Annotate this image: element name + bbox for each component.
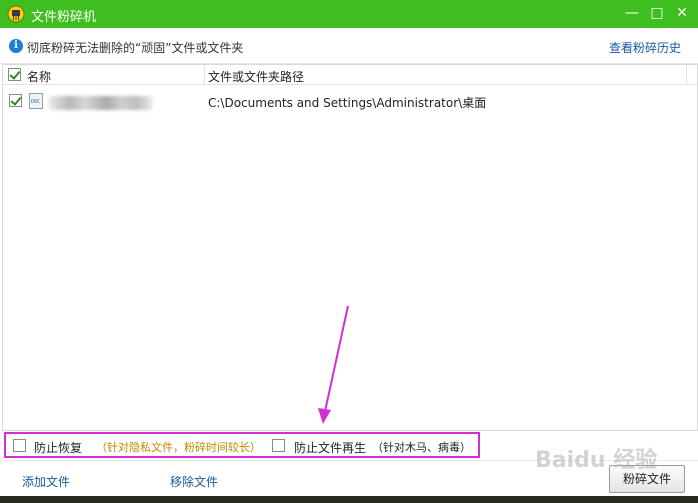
prevent-regeneration-label[interactable]: 防止文件再生 [294, 439, 366, 456]
shred-options-box: 防止恢复 （针对隐私文件，粉碎时间较长） 防止文件再生 （针对木马、病毒） [4, 432, 480, 458]
column-header-path[interactable]: 文件或文件夹路径 [208, 68, 304, 85]
file-list-table: 名称 文件或文件夹路径 DOC C:\Documents and Setting… [2, 64, 698, 431]
maximize-icon[interactable]: □ [645, 2, 669, 24]
shredder-app-icon [7, 5, 25, 23]
watermark: Baidu 经验 [535, 448, 658, 473]
table-row[interactable]: DOC C:\Documents and Settings\Administra… [3, 90, 697, 112]
prevent-regeneration-checkbox[interactable] [272, 439, 285, 452]
prevent-recovery-note: （针对隐私文件，粉碎时间较长） [96, 441, 261, 454]
info-bar: i 彻底粉碎无法删除的“顽固”文件或文件夹 查看粉碎历史 [0, 28, 698, 64]
info-text: 彻底粉碎无法删除的“顽固”文件或文件夹 [27, 41, 244, 55]
table-header: 名称 文件或文件夹路径 [3, 65, 697, 85]
column-divider[interactable] [204, 65, 205, 85]
window-title: 文件粉碎机 [31, 10, 97, 25]
blurred-file-name [49, 96, 153, 110]
document-file-icon: DOC [29, 93, 43, 109]
prevent-recovery-label[interactable]: 防止恢复 [34, 439, 82, 456]
column-divider[interactable] [686, 65, 687, 85]
select-all-checkbox[interactable] [8, 68, 21, 81]
title-bar: 文件粉碎机 — □ ✕ [0, 0, 698, 28]
view-shred-history-link[interactable]: 查看粉碎历史 [609, 39, 681, 56]
add-file-link[interactable]: 添加文件 [22, 473, 70, 490]
column-header-name[interactable]: 名称 [27, 68, 51, 85]
minimize-icon[interactable]: — [620, 2, 644, 24]
prevent-regeneration-note: （针对木马、病毒） [372, 441, 471, 454]
file-path: C:\Documents and Settings\Administrator\… [208, 96, 487, 110]
info-icon: i [9, 39, 23, 53]
close-icon[interactable]: ✕ [670, 2, 694, 24]
row-checkbox[interactable] [9, 94, 22, 107]
desktop-edge [0, 496, 698, 503]
prevent-recovery-checkbox[interactable] [13, 439, 26, 452]
remove-file-link[interactable]: 移除文件 [170, 473, 218, 490]
